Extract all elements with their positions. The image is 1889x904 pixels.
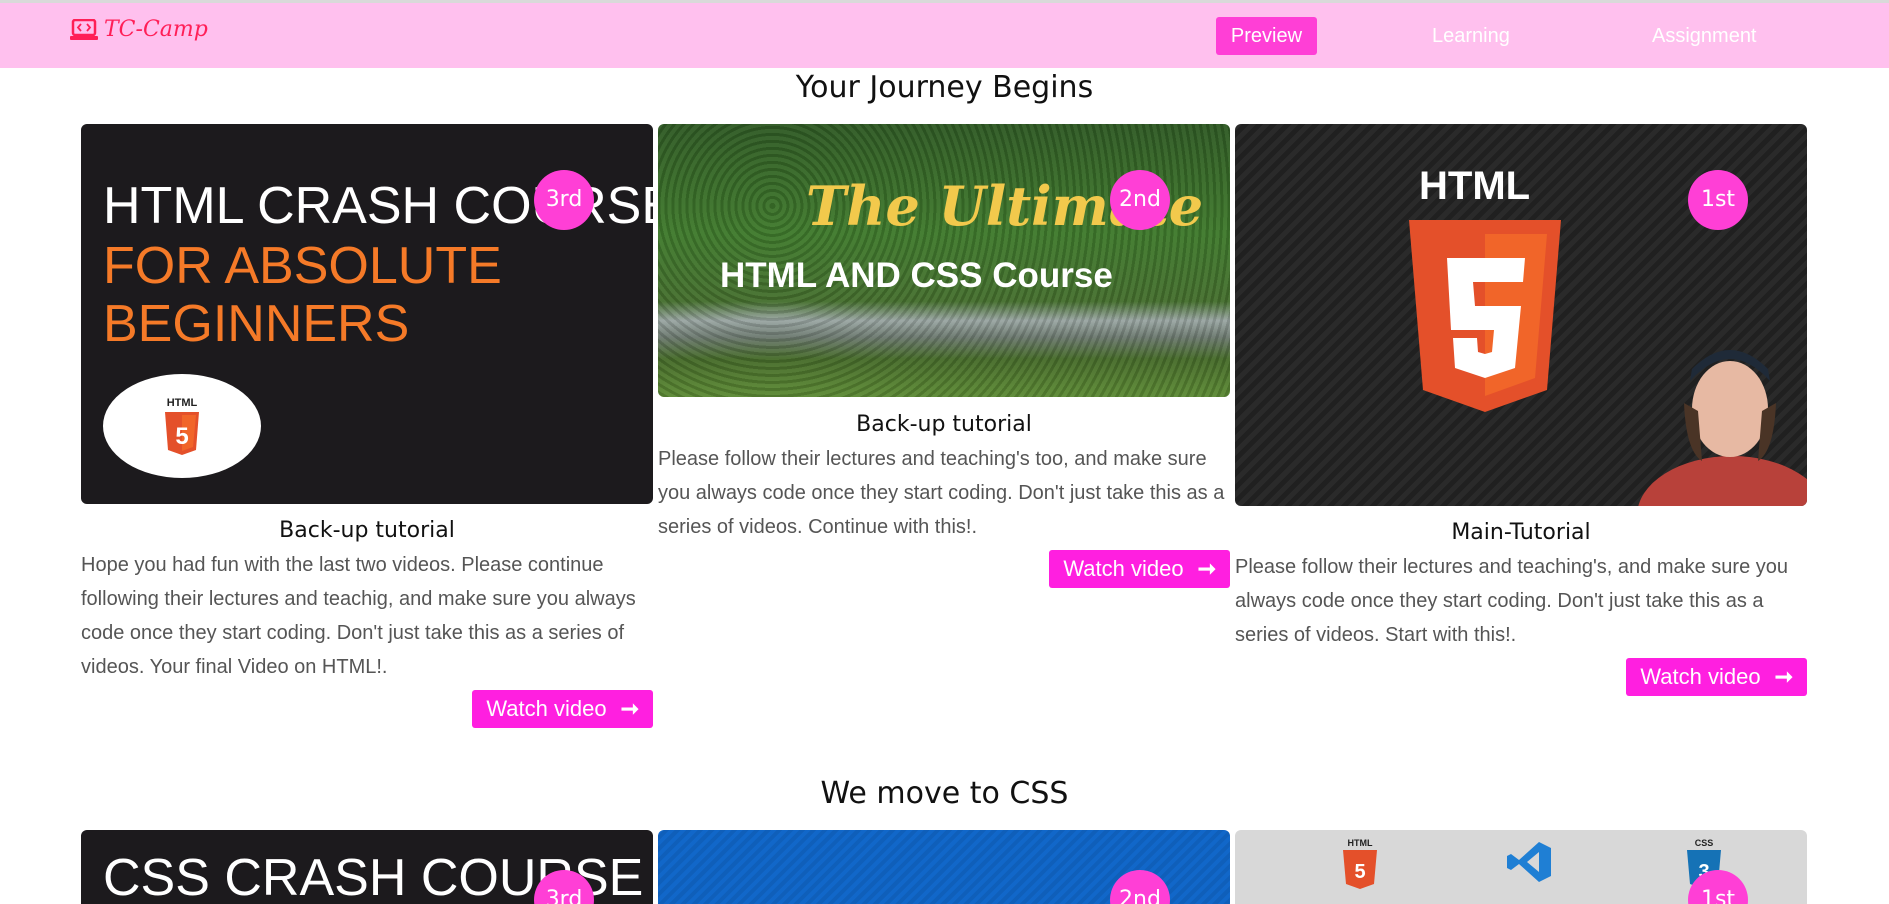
video-thumbnail[interactable]: 2nd <box>658 830 1230 904</box>
watch-video-button[interactable]: Watch video ➞ <box>1626 658 1807 696</box>
svg-text:5: 5 <box>1354 861 1365 883</box>
html5-logo-icon <box>1409 220 1561 412</box>
section-title-css: We move to CSS <box>820 776 1069 811</box>
rank-badge: 1st <box>1688 170 1748 230</box>
logo-label: HTML <box>167 397 198 409</box>
thumbnail-line: HTML AND CSS Course <box>720 256 1113 295</box>
watch-video-button[interactable]: Watch video ➞ <box>472 690 653 728</box>
video-card-css-1st: HTML 5 CSS 3 1st <box>1235 830 1807 904</box>
thumbnail-line: FOR ABSOLUTE <box>103 237 502 295</box>
video-thumbnail[interactable]: HTML CRASH COURSE FOR ABSOLUTE BEGINNERS… <box>81 124 653 504</box>
video-thumbnail[interactable]: The Ultimate HTML AND CSS Course 2nd <box>658 124 1230 397</box>
nav-preview[interactable]: Preview <box>1216 17 1317 55</box>
thumbnail-line: HTML <box>1419 164 1531 208</box>
section-title-html: Your Journey Begins <box>795 70 1094 105</box>
video-card-css-2nd: 2nd <box>658 830 1230 904</box>
thumbnail-line: BEGINNERS <box>103 295 410 353</box>
card-title: Main-Tutorial <box>1451 520 1591 545</box>
presenter-video <box>1632 341 1807 506</box>
video-thumbnail[interactable]: HTML 5 CSS 3 1st <box>1235 830 1807 904</box>
html5-logo-icon: HTML 5 <box>1343 838 1377 889</box>
watch-video-label: Watch video <box>1063 556 1184 581</box>
rank-badge: 2nd <box>1110 870 1170 904</box>
arrow-right-icon: ➞ <box>1774 664 1793 689</box>
svg-text:CSS: CSS <box>1695 838 1714 848</box>
video-card-html-1st: HTML 1st Main-Tutorial Please follow the… <box>1235 124 1807 704</box>
nav-learning[interactable]: Learning <box>1432 17 1510 55</box>
card-title: Back-up tutorial <box>856 412 1032 437</box>
nav-assignment[interactable]: Assignment <box>1652 17 1757 55</box>
svg-text:HTML: HTML <box>1348 838 1373 848</box>
video-card-css-3rd: CSS CRASH COURSE 3rd <box>81 830 653 904</box>
rank-badge: 3rd <box>534 170 594 230</box>
arrow-right-icon: ➞ <box>1197 556 1216 581</box>
navbar: TC-Camp Preview Learning Assignment <box>0 3 1889 68</box>
card-description: Please follow their lectures and teachin… <box>658 448 1225 538</box>
video-card-html-3rd: HTML CRASH COURSE FOR ABSOLUTE BEGINNERS… <box>81 124 653 730</box>
html5-logo-icon: HTML 5 <box>103 374 261 478</box>
svg-text:5: 5 <box>175 423 188 450</box>
laptop-code-icon <box>70 18 98 41</box>
watch-video-label: Watch video <box>486 696 607 721</box>
card-description: Please follow their lectures and teachin… <box>1235 556 1789 646</box>
video-thumbnail[interactable]: HTML 1st <box>1235 124 1807 506</box>
video-card-html-2nd: The Ultimate HTML AND CSS Course 2nd Bac… <box>658 124 1230 594</box>
vscode-icon <box>1507 842 1551 882</box>
watch-video-label: Watch video <box>1640 664 1761 689</box>
brand-logo[interactable]: TC-Camp <box>70 17 208 42</box>
arrow-right-icon: ➞ <box>620 696 639 721</box>
card-description: Hope you had fun with the last two video… <box>81 554 636 678</box>
brand-name: TC-Camp <box>104 17 208 42</box>
video-thumbnail[interactable]: CSS CRASH COURSE 3rd <box>81 830 653 904</box>
rank-badge: 2nd <box>1110 170 1170 230</box>
watch-video-button[interactable]: Watch video ➞ <box>1049 550 1230 588</box>
card-title: Back-up tutorial <box>279 518 455 543</box>
